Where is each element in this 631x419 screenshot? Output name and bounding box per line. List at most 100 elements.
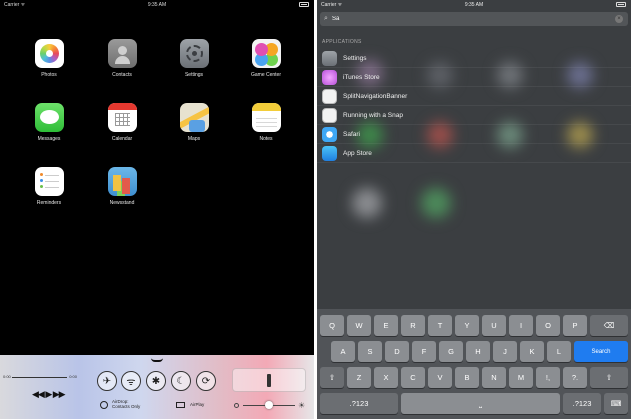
app-maps[interactable]: Maps [172,103,216,142]
app-label: Maps [187,136,201,142]
notes-icon [251,103,281,132]
result-label: iTunes Store [343,74,380,81]
app-newsstand[interactable]: Newsstand [100,167,144,206]
result-settings[interactable]: Settings [317,49,631,68]
result-safari[interactable]: Safari [317,125,631,144]
key-r[interactable]: R [401,315,425,336]
key-exclamation-comma[interactable]: !, [536,367,560,388]
key-w[interactable]: W [347,315,371,336]
search-input[interactable] [332,14,602,24]
app-label: Photos [41,72,57,78]
key-b[interactable]: B [455,367,479,388]
app-game-center[interactable]: Game Center [244,39,288,78]
airplane-mode-toggle[interactable]: ✈ [97,371,117,391]
space-bar[interactable]: ⎵ [401,393,560,414]
key-p[interactable]: P [563,315,587,336]
game-center-icon [251,39,281,68]
app-calendar[interactable]: Calendar [100,103,144,142]
search-button[interactable]: Search [574,341,628,362]
playback-controls[interactable]: ◀◀ ▶ ▶▶ [32,389,66,400]
grabber-chevron-icon[interactable] [151,358,163,362]
key-e[interactable]: E [374,315,398,336]
result-itunes-store[interactable]: iTunes Store [317,68,631,87]
do-not-disturb-toggle[interactable]: ☾ [171,371,191,391]
blurred-app-icon [352,188,382,218]
wifi-toggle[interactable]: ᯤ [121,371,141,391]
calendar-icon [107,103,137,132]
spotlight-search-bar[interactable]: ⌕ × [320,12,628,26]
key-j[interactable]: J [493,341,517,362]
keyboard: Q W E R T Y U I O P ⌫ A S D F G H J K L … [317,309,631,419]
result-label: Safari [343,131,360,138]
key-x[interactable]: X [374,367,398,388]
app-label: Newsstand [109,200,135,206]
app-label: Messages [37,136,61,142]
playback-scrubber[interactable]: 0:00 0:00 [3,374,77,379]
newsstand-icon [107,167,137,196]
key-s[interactable]: S [358,341,382,362]
app-label: Notes [259,136,273,142]
key-k[interactable]: K [520,341,544,362]
numbers-key-right[interactable]: .?123 [563,393,601,414]
home-screen: Carrier ᯤ 9:35 AM Photos Contacts Settin… [0,0,314,419]
key-y[interactable]: Y [455,315,479,336]
key-d[interactable]: D [385,341,409,362]
split-navigation-banner-icon [322,89,337,104]
reminders-icon [34,167,64,196]
key-l[interactable]: L [547,341,571,362]
messages-icon [34,103,64,132]
battery-icon [616,2,626,7]
brightness-slider-knob[interactable] [265,401,273,409]
clock: 9:35 AM [147,2,167,8]
app-label: Settings [184,72,204,78]
contacts-icon [107,39,137,68]
key-q[interactable]: Q [320,315,344,336]
backspace-icon[interactable]: ⌫ [590,315,628,336]
key-f[interactable]: F [412,341,436,362]
result-running-with-a-snap[interactable]: Running with a Snap [317,106,631,125]
key-a[interactable]: A [331,341,355,362]
photos-icon [34,39,64,68]
key-h[interactable]: H [466,341,490,362]
shift-right-icon[interactable]: ⇧ [590,367,628,388]
airplay-button[interactable]: AirPlay [190,402,204,407]
key-i[interactable]: I [509,315,533,336]
blurred-app-icon [421,188,451,218]
key-u[interactable]: U [482,315,506,336]
app-notes[interactable]: Notes [244,103,288,142]
shift-left-icon[interactable]: ⇧ [320,367,344,388]
status-bar: Carrier ᯤ 9:35 AM [317,0,631,10]
key-t[interactable]: T [428,315,452,336]
app-reminders[interactable]: Reminders [27,167,71,206]
key-v[interactable]: V [428,367,452,388]
bluetooth-toggle[interactable]: ✱ [146,371,166,391]
settings-icon [322,51,337,66]
key-question-period[interactable]: ?. [563,367,587,388]
rotation-lock-toggle[interactable]: ⟳ [196,371,216,391]
key-g[interactable]: G [439,341,463,362]
result-label: App Store [343,150,372,157]
maps-icon [179,103,209,132]
key-n[interactable]: N [482,367,506,388]
app-label: Game Center [250,72,281,78]
keyboard-hide-icon[interactable]: ⌨ [604,393,628,414]
key-c[interactable]: C [401,367,425,388]
battery-icon [299,2,309,7]
flashlight-button[interactable] [232,368,306,392]
clear-icon[interactable]: × [615,15,623,23]
airdrop-button[interactable]: AirDrop: Contacts Only [112,399,162,409]
numbers-key[interactable]: .?123 [320,393,398,414]
result-split-navigation-banner[interactable]: SplitNavigationBanner [317,87,631,106]
app-messages[interactable]: Messages [27,103,71,142]
status-bar: Carrier ᯤ 9:35 AM [0,0,314,10]
spotlight-screen: Carrier ᯤ 9:35 AM ⌕ × APPLICATIONS Setti… [317,0,631,419]
app-label: Reminders [36,200,62,206]
key-o[interactable]: O [536,315,560,336]
app-photos[interactable]: Photos [27,39,71,78]
result-label: SplitNavigationBanner [343,93,408,100]
app-contacts[interactable]: Contacts [100,39,144,78]
key-z[interactable]: Z [347,367,371,388]
key-m[interactable]: M [509,367,533,388]
result-app-store[interactable]: App Store [317,144,631,163]
app-settings[interactable]: Settings [172,39,216,78]
